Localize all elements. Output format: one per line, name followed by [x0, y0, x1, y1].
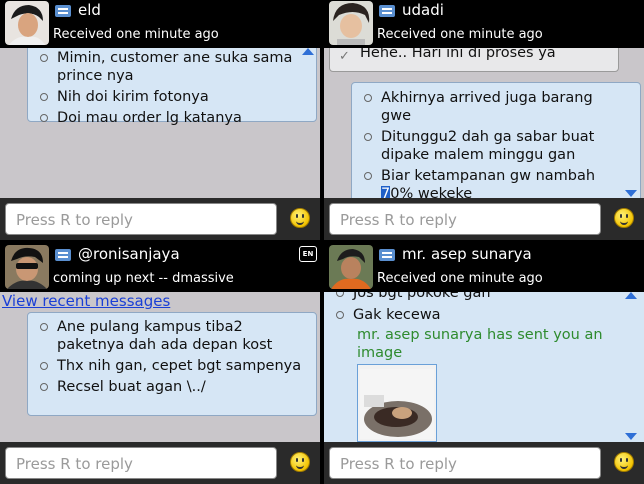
chat-panel-udadi: udadi Received one minute ago R ✓ Hehe..…	[324, 0, 644, 240]
message-text-after: 0% wekeke	[390, 186, 473, 198]
reply-input[interactable]: Press R to reply	[329, 447, 601, 479]
scroll-down-icon[interactable]	[625, 190, 637, 197]
smiley-icon[interactable]	[290, 208, 310, 228]
conversation-area[interactable]: Jos bgt pokoke gan Gak kecewa mr. asep s…	[324, 292, 644, 442]
contact-name: @ronisanjaya	[78, 245, 180, 263]
chat-header: udadi Received one minute ago	[324, 0, 644, 48]
received-message-bubble: Mimin, customer ane suka sama prince nya…	[27, 48, 317, 126]
smiley-icon[interactable]	[614, 208, 634, 228]
conversation-area[interactable]: View recent messages Ane pulang kampus t…	[0, 292, 320, 442]
reply-bar: Press R to reply	[0, 442, 320, 484]
reply-input[interactable]: Press R to reply	[5, 203, 277, 235]
smiley-icon[interactable]	[614, 452, 634, 472]
message-text: Thx nih gan, cepet bgt sampenya	[32, 357, 310, 375]
bbm-message-icon	[379, 249, 395, 261]
contact-status: coming up next -- dmassive	[53, 271, 234, 286]
view-recent-messages-link[interactable]: View recent messages	[2, 292, 170, 310]
message-text: Recsel buat agan \../	[32, 378, 310, 396]
chat-panel-eld: eld Received one minute ago Mimin, custo…	[0, 0, 320, 240]
received-message-bubble: Akhirnya arrived juga barang gwe Ditungg…	[351, 82, 641, 198]
contact-status: Received one minute ago	[377, 27, 543, 42]
reply-input[interactable]: Press R to reply	[329, 203, 601, 235]
contact-name: udadi	[402, 1, 444, 19]
message-text: Akhirnya arrived juga barang gwe	[356, 89, 620, 125]
bbm-message-icon	[55, 5, 71, 17]
text-cursor-highlight: 7	[381, 186, 391, 198]
smiley-icon[interactable]	[290, 452, 310, 472]
reply-placeholder: Press R to reply	[16, 211, 133, 229]
chat-header: @ronisanjaya coming up next -- dmassive …	[0, 244, 320, 292]
reply-placeholder: Press R to reply	[340, 211, 457, 229]
chat-header: eld Received one minute ago	[0, 0, 320, 48]
message-text-before: Biar ketampanan gw nambah	[381, 168, 596, 184]
contact-name: eld	[78, 1, 101, 19]
message-text: Doi mau order lg katanya	[32, 109, 310, 127]
contact-status: Received one minute ago	[377, 271, 543, 286]
input-language-badge: EN	[299, 246, 317, 262]
system-message: mr. asep sunarya has sent you an image	[357, 327, 603, 361]
chat-header: mr. asep sunarya Received one minute ago	[324, 244, 644, 292]
contact-name: mr. asep sunarya	[402, 245, 532, 263]
reply-bar: Press R to reply	[324, 198, 644, 240]
bbm-message-icon	[379, 5, 395, 17]
checkmark-icon: ✓	[339, 49, 350, 64]
conversation-area[interactable]: Mimin, customer ane suka sama prince nya…	[0, 48, 320, 198]
contact-avatar[interactable]	[329, 245, 373, 289]
message-text: Mimin, customer ane suka sama prince nya	[32, 49, 310, 85]
reply-placeholder: Press R to reply	[340, 455, 457, 473]
message-text: Ane pulang kampus tiba2 paketnya dah ada…	[32, 318, 310, 354]
sent-message-bubble: R ✓ Hehe.. Hari ini di proses ya	[329, 48, 619, 72]
chat-panel-asep-sunarya: mr. asep sunarya Received one minute ago…	[324, 244, 644, 484]
contact-status: Received one minute ago	[53, 27, 219, 42]
message-text: Biar ketampanan gw nambah 70% wekeke	[356, 167, 620, 198]
contact-avatar[interactable]	[329, 1, 373, 45]
contact-avatar[interactable]	[5, 245, 49, 289]
reply-input[interactable]: Press R to reply	[5, 447, 277, 479]
message-text: Jos bgt pokoke gan	[328, 292, 618, 302]
reply-bar: Press R to reply	[324, 442, 644, 484]
conversation-area[interactable]: R ✓ Hehe.. Hari ini di proses ya Akhirny…	[324, 48, 644, 198]
reply-placeholder: Press R to reply	[16, 455, 133, 473]
scroll-down-icon[interactable]	[625, 433, 637, 440]
bbm-message-icon	[55, 249, 71, 261]
reply-bar: Press R to reply	[0, 198, 320, 240]
scroll-up-icon[interactable]	[625, 292, 637, 299]
message-text: Hehe.. Hari ini di proses ya	[360, 48, 556, 61]
contact-avatar[interactable]	[5, 1, 49, 45]
message-text: Ditunggu2 dah ga sabar buat dipake malem…	[356, 128, 620, 164]
chat-panel-ronisanjaya: @ronisanjaya coming up next -- dmassive …	[0, 244, 320, 484]
image-icon	[360, 369, 434, 439]
received-image-thumbnail[interactable]	[357, 364, 437, 442]
message-text: Gak kecewa	[328, 306, 618, 324]
received-message-bubble: Ane pulang kampus tiba2 paketnya dah ada…	[27, 312, 317, 416]
message-text: Nih doi kirim fotonya	[32, 88, 310, 106]
scroll-up-icon[interactable]	[302, 48, 314, 55]
